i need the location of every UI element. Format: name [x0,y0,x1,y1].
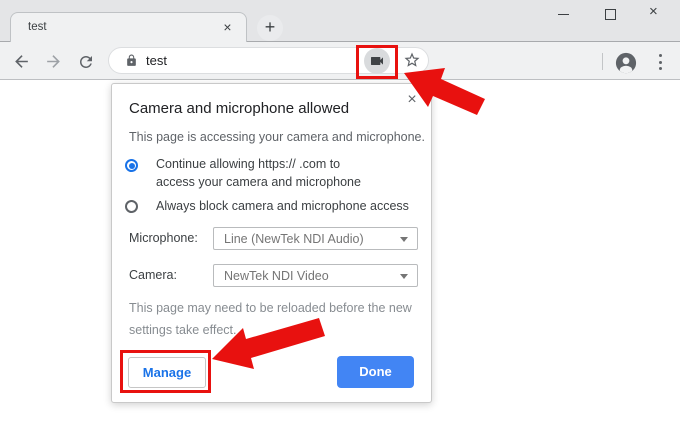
refresh-icon[interactable] [77,53,95,71]
chevron-down-icon [400,237,408,242]
camera-mic-permission-dialog: × Camera and microphone allowed This pag… [111,83,432,403]
radio-continue-allowing-label[interactable]: Continue allowing https:// .com to acces… [156,156,361,191]
lock-icon [125,54,138,67]
reload-note-line1: This page may need to be reloaded before… [129,301,412,315]
manage-button[interactable]: Manage [128,357,206,388]
close-icon: × [649,3,658,20]
microphone-select[interactable]: Line (NewTek NDI Audio) [213,227,418,250]
window-close-button[interactable]: × [642,2,672,28]
done-button[interactable]: Done [337,356,414,388]
toolbar-divider [602,53,603,70]
reload-note-line2: settings take effect. [129,323,236,337]
window-maximize-button[interactable] [596,2,626,28]
microphone-select-value: Line (NewTek NDI Audio) [224,232,364,246]
dialog-description: This page is accessing your camera and m… [129,130,425,144]
microphone-label: Microphone: [129,231,198,245]
maximize-icon [605,9,616,20]
forward-icon[interactable] [44,52,63,71]
window-minimize-button[interactable] [549,2,579,28]
camera-label: Camera: [129,268,177,282]
tab-test[interactable]: test × [10,12,247,42]
browser-menu-icon[interactable] [653,54,669,72]
new-tab-button[interactable]: + [257,15,283,41]
videocam-icon [369,53,385,69]
dialog-close-icon[interactable]: × [402,90,422,110]
minimize-icon [558,14,569,15]
camera-select[interactable]: NewTek NDI Video [213,264,418,287]
plus-icon: + [265,17,276,37]
radio-always-block[interactable] [125,200,138,213]
url-text: test [146,53,167,68]
back-icon[interactable] [12,52,31,71]
radio-continue-allowing[interactable] [125,159,138,172]
camera-select-value: NewTek NDI Video [224,269,329,283]
browser-window: test × + × test [0,0,680,426]
radio-always-block-label[interactable]: Always block camera and microphone acces… [156,198,409,216]
chevron-down-icon [400,274,408,279]
dialog-title: Camera and microphone allowed [129,100,349,117]
camera-permission-indicator[interactable] [364,48,390,74]
bookmark-star-icon[interactable] [403,51,421,69]
tab-close-icon[interactable]: × [219,19,236,36]
tab-title: test [28,21,47,33]
browser-toolbar: test [0,42,680,80]
profile-avatar-icon[interactable] [615,52,637,74]
address-bar[interactable]: test [108,47,429,74]
